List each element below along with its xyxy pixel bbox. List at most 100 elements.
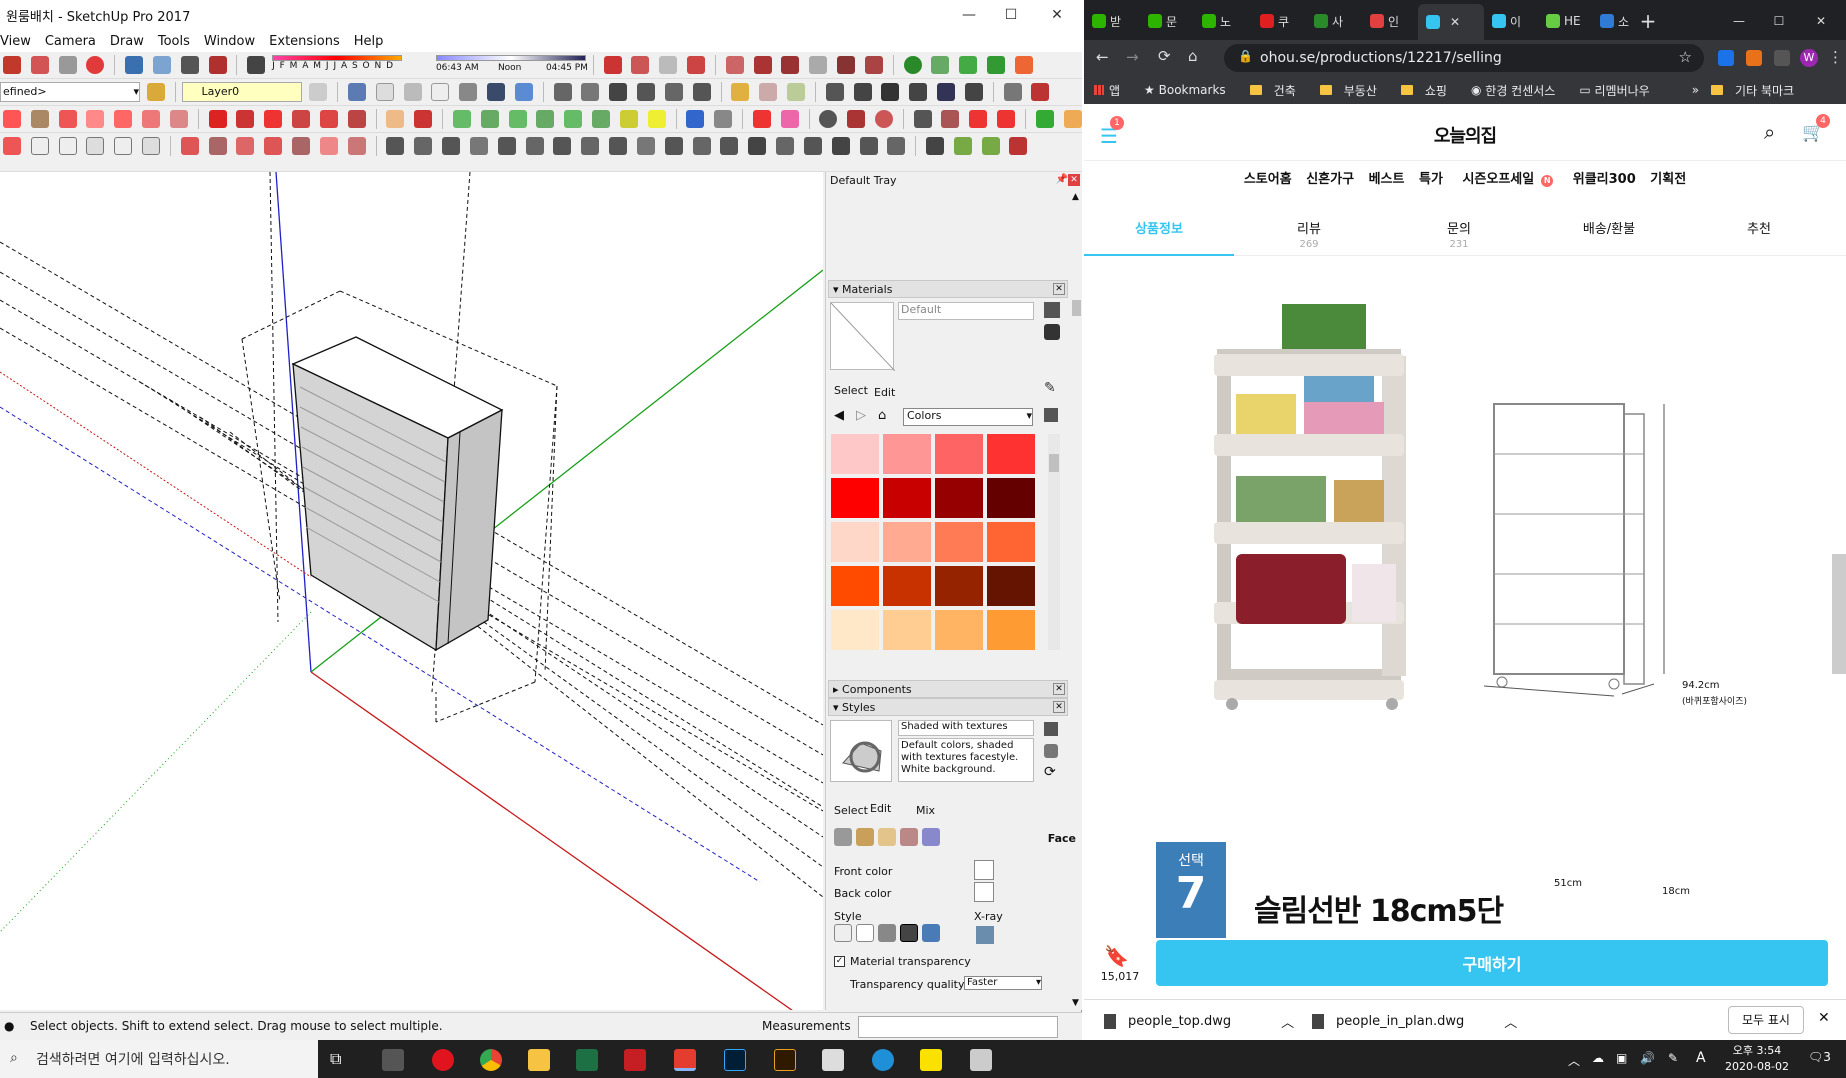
tab-shipping[interactable]: 배송/환불 [1534, 208, 1684, 237]
profile-avatar[interactable]: W [1800, 49, 1818, 67]
circle-icon[interactable] [30, 110, 49, 128]
right-view-icon[interactable] [637, 83, 656, 101]
model-info-icon[interactable] [208, 56, 227, 74]
styles-close-icon[interactable]: ✕ [1053, 701, 1065, 713]
push-pull-icon[interactable] [236, 110, 255, 128]
style-description[interactable]: Default colors, shaded with textures fac… [898, 738, 1034, 782]
pin-icon[interactable]: 📌 [1056, 174, 1068, 185]
paint-bucket-icon[interactable] [414, 110, 433, 128]
joist-icon[interactable] [776, 137, 795, 155]
color-swatch[interactable] [883, 478, 931, 518]
layer-manager-icon[interactable] [309, 83, 328, 101]
tab-recommend[interactable]: 추천 [1684, 208, 1834, 237]
chrome-maximize-button[interactable]: ☐ [1764, 6, 1794, 36]
tab-10[interactable]: 소 [1600, 6, 1636, 36]
xray-toggle-icon[interactable] [976, 926, 994, 944]
forward-icon[interactable]: → [1126, 48, 1139, 66]
transparency-quality-dropdown[interactable]: Faster ▾ [964, 976, 1042, 990]
color-swatch[interactable] [831, 610, 879, 650]
color-swatch[interactable] [831, 566, 879, 606]
undo-icon[interactable] [125, 56, 144, 74]
3d-text-icon[interactable] [941, 110, 960, 128]
tab-4[interactable]: 쿠 [1260, 6, 1296, 36]
materials-edit-tab[interactable]: Edit [874, 386, 895, 399]
menu-window[interactable]: Window [204, 34, 255, 49]
tape-measure-icon[interactable] [386, 110, 405, 128]
color-swatch[interactable] [935, 478, 983, 518]
bookmark-folder-3[interactable]: 쇼핑 [1400, 82, 1459, 99]
arc-icon[interactable] [86, 110, 105, 128]
color-swatch[interactable] [831, 434, 879, 474]
site-logo[interactable]: 오늘의집 [1084, 122, 1846, 148]
photos-icon[interactable] [970, 1049, 992, 1071]
page-scrollbar[interactable] [1832, 554, 1846, 674]
paste-icon[interactable] [58, 56, 77, 74]
styles-edit-tab[interactable]: Edit [870, 802, 891, 815]
measurements-input[interactable] [858, 1016, 1058, 1038]
cut-icon[interactable] [3, 56, 21, 74]
extrude-icon[interactable] [180, 137, 199, 155]
extension-warehouse-icon[interactable] [687, 56, 706, 74]
maximize-button[interactable]: ☐ [988, 0, 1034, 30]
show-all-button[interactable]: 모두 표시 [1728, 1006, 1804, 1034]
nav-store-home[interactable]: 스토어홈 [1244, 172, 1292, 187]
nav-newlywed[interactable]: 신혼가구 [1306, 172, 1354, 187]
look-around-icon[interactable] [1063, 110, 1082, 128]
copy-icon[interactable] [30, 56, 49, 74]
shaded-textures-icon[interactable] [487, 83, 506, 101]
color-swatch[interactable] [987, 434, 1035, 474]
move-icon[interactable] [208, 110, 227, 128]
other-bookmarks[interactable]: 기타 북마크 [1711, 82, 1806, 99]
tree-icon[interactable] [959, 56, 978, 74]
scene-icon[interactable] [853, 83, 872, 101]
modeling-settings-icon[interactable] [922, 828, 940, 846]
buy-button[interactable]: 구매하기 [1156, 940, 1828, 986]
section-display-icon[interactable] [753, 56, 772, 74]
pie-icon[interactable] [142, 110, 161, 128]
app-icon[interactable] [822, 1049, 844, 1071]
share-model-icon[interactable] [631, 56, 650, 74]
components-close-icon[interactable]: ✕ [1053, 683, 1065, 695]
network-icon[interactable]: ▣ [1616, 1051, 1627, 1065]
nav-exhibitions[interactable]: 기획전 [1650, 172, 1686, 187]
back-icon[interactable]: ← [1096, 48, 1109, 66]
front-color-swatch[interactable] [974, 860, 994, 880]
sandbox-icon-2[interactable] [647, 110, 666, 128]
task-view-icon[interactable]: ⧉ [330, 1049, 352, 1071]
follow-me-icon[interactable] [292, 110, 311, 128]
scale-icon[interactable] [319, 110, 338, 128]
materials-select-tab[interactable]: Select [834, 384, 868, 397]
section-plane-icon[interactable] [725, 56, 744, 74]
taskbar-search[interactable]: ⌕ 검색하려면 여기에 입력하십시오. [0, 1040, 318, 1078]
nav-season-off-sale[interactable]: 시즌오프세일 N [1457, 172, 1558, 187]
components-panel-header[interactable]: ▸ Components ✕ [828, 680, 1068, 698]
styles-panel-header[interactable]: ▾ Styles ✕ [828, 698, 1068, 716]
sandbox-stamp-icon[interactable] [536, 110, 555, 128]
face-settings-icon[interactable] [856, 828, 874, 846]
rectangle-icon[interactable] [3, 110, 21, 128]
profile-builder-icon[interactable] [386, 137, 405, 155]
monochrome-icon[interactable] [514, 83, 533, 101]
tab-inquiries[interactable]: 문의 231 [1384, 208, 1534, 250]
back-color-swatch[interactable] [974, 882, 994, 902]
eraser-tool-icon[interactable] [780, 110, 799, 128]
stamp-icon[interactable] [864, 56, 883, 74]
export-icon[interactable] [909, 83, 928, 101]
color-swatch[interactable] [935, 610, 983, 650]
tab-7-active[interactable]: ✕ [1418, 4, 1484, 40]
frame-icon[interactable] [636, 137, 655, 155]
sandbox-scratch-icon[interactable] [480, 110, 499, 128]
loft-icon[interactable] [236, 137, 255, 155]
face-shaded-textures-icon[interactable] [900, 924, 918, 942]
color-swatch[interactable] [987, 522, 1035, 562]
face-monochrome-icon[interactable] [922, 924, 940, 942]
lasso-icon[interactable] [58, 137, 77, 155]
deck-icon[interactable] [720, 137, 739, 155]
swatches-scrollbar[interactable] [1048, 434, 1060, 650]
bookmark-apps[interactable]: 앱 [1094, 82, 1132, 99]
home-icon[interactable]: ⌂ [1188, 47, 1198, 65]
dimensions-icon[interactable] [964, 83, 983, 101]
select-tool-icon[interactable] [30, 137, 49, 155]
print-icon[interactable] [180, 56, 199, 74]
dimension-tool-icon[interactable] [847, 110, 866, 128]
